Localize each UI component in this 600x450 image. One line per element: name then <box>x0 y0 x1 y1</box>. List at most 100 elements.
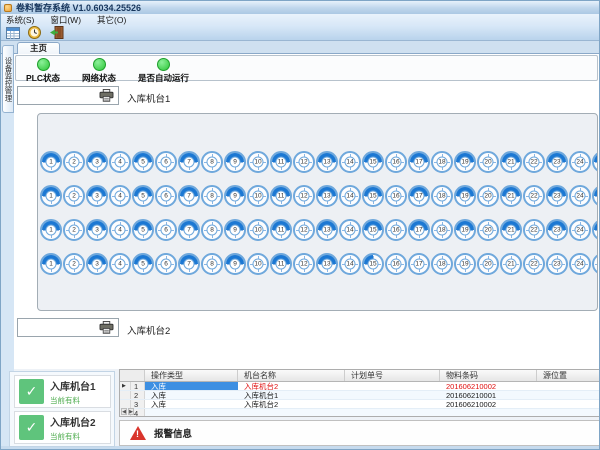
roll-slot[interactable]: 14 <box>339 253 361 275</box>
roll-slot[interactable]: 22 <box>523 219 545 241</box>
roll-slot[interactable]: 10 <box>247 253 269 275</box>
cell-source[interactable] <box>537 382 599 390</box>
roll-slot[interactable]: 18 <box>431 151 453 173</box>
roll-slot[interactable]: 11 <box>270 185 292 207</box>
cell-op-type[interactable] <box>145 409 238 417</box>
roll-slot[interactable]: 17 <box>408 151 430 173</box>
roll-slot[interactable]: 20 <box>477 185 499 207</box>
clock-icon[interactable] <box>27 26 42 39</box>
roll-slot[interactable]: 19 <box>454 185 476 207</box>
table-row[interactable]: ▶1入库入库机台2201606210002 <box>120 382 599 391</box>
cell-machine-name[interactable]: 入库机台1 <box>238 391 345 399</box>
roll-slot[interactable]: 10 <box>247 151 269 173</box>
cell-op-type[interactable]: 入库 <box>145 391 238 399</box>
roll-slot[interactable]: 3 <box>86 253 108 275</box>
exit-icon[interactable] <box>49 26 64 39</box>
roll-slot[interactable]: 9 <box>224 253 246 275</box>
cell-source[interactable] <box>537 391 599 399</box>
roll-slot[interactable]: 15 <box>362 185 384 207</box>
roll-slot[interactable]: 8 <box>201 185 223 207</box>
roll-slot[interactable]: 3 <box>86 185 108 207</box>
calendar-icon[interactable] <box>5 26 20 39</box>
roll-slot[interactable]: 24 <box>569 253 591 275</box>
roll-slot[interactable]: 7 <box>178 185 200 207</box>
side-tab-monitor[interactable]: 设备监控管理 <box>2 45 14 113</box>
table-header-cell[interactable]: 计划单号 <box>345 370 440 381</box>
table-header-cell[interactable]: 机台名称 <box>238 370 345 381</box>
roll-slot[interactable]: 14 <box>339 219 361 241</box>
table-row[interactable]: 3入库入库机台2201606210002 <box>120 400 599 409</box>
roll-slot[interactable]: 6 <box>155 185 177 207</box>
cell-source[interactable] <box>537 400 599 408</box>
roll-slot[interactable]: 2 <box>63 253 85 275</box>
cell-machine-name[interactable] <box>238 409 345 417</box>
roll-slot[interactable]: 13 <box>316 151 338 173</box>
roll-slot[interactable]: 2 <box>63 185 85 207</box>
roll-slot[interactable]: 4 <box>109 185 131 207</box>
roll-slot[interactable]: 24 <box>569 219 591 241</box>
cell-plan-no[interactable] <box>345 391 440 399</box>
cell-op-type[interactable]: 入库 <box>145 382 238 390</box>
roll-slot[interactable]: 12 <box>293 185 315 207</box>
table-header-cell[interactable]: 源位置 <box>537 370 599 381</box>
roll-slot[interactable]: 5 <box>132 185 154 207</box>
roll-slot[interactable]: 5 <box>132 219 154 241</box>
roll-slot[interactable]: 3 <box>86 151 108 173</box>
roll-slot[interactable]: 5 <box>132 151 154 173</box>
roll-slot[interactable]: 19 <box>454 253 476 275</box>
roll-slot[interactable]: 22 <box>523 185 545 207</box>
roll-slot[interactable]: 13 <box>316 185 338 207</box>
alarm-bar[interactable]: 报警信息 <box>119 420 600 446</box>
roll-slot[interactable]: 23 <box>546 151 568 173</box>
roll-slot[interactable]: 21 <box>500 219 522 241</box>
roll-slot[interactable]: 25 <box>592 253 598 275</box>
roll-slot[interactable]: 6 <box>155 253 177 275</box>
roll-slot[interactable]: 23 <box>546 185 568 207</box>
roll-slot[interactable]: 1 <box>40 151 62 173</box>
roll-slot[interactable]: 21 <box>500 253 522 275</box>
roll-slot[interactable]: 18 <box>431 219 453 241</box>
roll-slot[interactable]: 16 <box>385 219 407 241</box>
roll-slot[interactable]: 23 <box>546 219 568 241</box>
roll-slot[interactable]: 19 <box>454 219 476 241</box>
roll-slot[interactable]: 12 <box>293 151 315 173</box>
cell-machine-name[interactable]: 入库机台2 <box>238 382 345 390</box>
cell-plan-no[interactable] <box>345 400 440 408</box>
roll-slot[interactable]: 11 <box>270 253 292 275</box>
roll-slot[interactable]: 7 <box>178 151 200 173</box>
roll-slot[interactable]: 10 <box>247 185 269 207</box>
roll-slot[interactable]: 12 <box>293 253 315 275</box>
roll-slot[interactable]: 21 <box>500 151 522 173</box>
roll-slot[interactable]: 18 <box>431 185 453 207</box>
roll-slot[interactable]: 20 <box>477 219 499 241</box>
roll-slot[interactable]: 4 <box>109 151 131 173</box>
roll-slot[interactable]: 6 <box>155 219 177 241</box>
print-button-machine1[interactable] <box>17 86 119 105</box>
roll-slot[interactable]: 25 <box>592 151 598 173</box>
roll-slot[interactable]: 13 <box>316 219 338 241</box>
roll-slot[interactable]: 24 <box>569 185 591 207</box>
menu-item[interactable]: 窗口(W) <box>50 14 81 26</box>
menu-item[interactable]: 其它(O) <box>97 14 126 26</box>
cell-barcode[interactable] <box>440 409 537 417</box>
cell-op-type[interactable]: 入库 <box>145 400 238 408</box>
roll-slot[interactable]: 9 <box>224 185 246 207</box>
table-row[interactable]: 2入库入库机台1201606210001 <box>120 391 599 400</box>
machine-card[interactable]: ✓入库机台2当前有料 <box>14 411 111 444</box>
roll-slot[interactable]: 17 <box>408 253 430 275</box>
roll-slot[interactable]: 13 <box>316 253 338 275</box>
cell-barcode[interactable]: 201606210002 <box>440 382 537 390</box>
cell-barcode[interactable]: 201606210002 <box>440 400 537 408</box>
roll-slot[interactable]: 25 <box>592 219 598 241</box>
roll-slot[interactable]: 15 <box>362 151 384 173</box>
roll-slot[interactable]: 12 <box>293 219 315 241</box>
roll-slot[interactable]: 9 <box>224 151 246 173</box>
roll-slot[interactable]: 4 <box>109 253 131 275</box>
cell-barcode[interactable]: 201606210001 <box>440 391 537 399</box>
roll-slot[interactable]: 24 <box>569 151 591 173</box>
roll-slot[interactable]: 23 <box>546 253 568 275</box>
roll-slot[interactable]: 3 <box>86 219 108 241</box>
roll-slot[interactable]: 2 <box>63 151 85 173</box>
tab-home[interactable]: 主页 <box>17 42 60 54</box>
machine-card[interactable]: ✓入库机台1当前有料 <box>14 375 111 408</box>
